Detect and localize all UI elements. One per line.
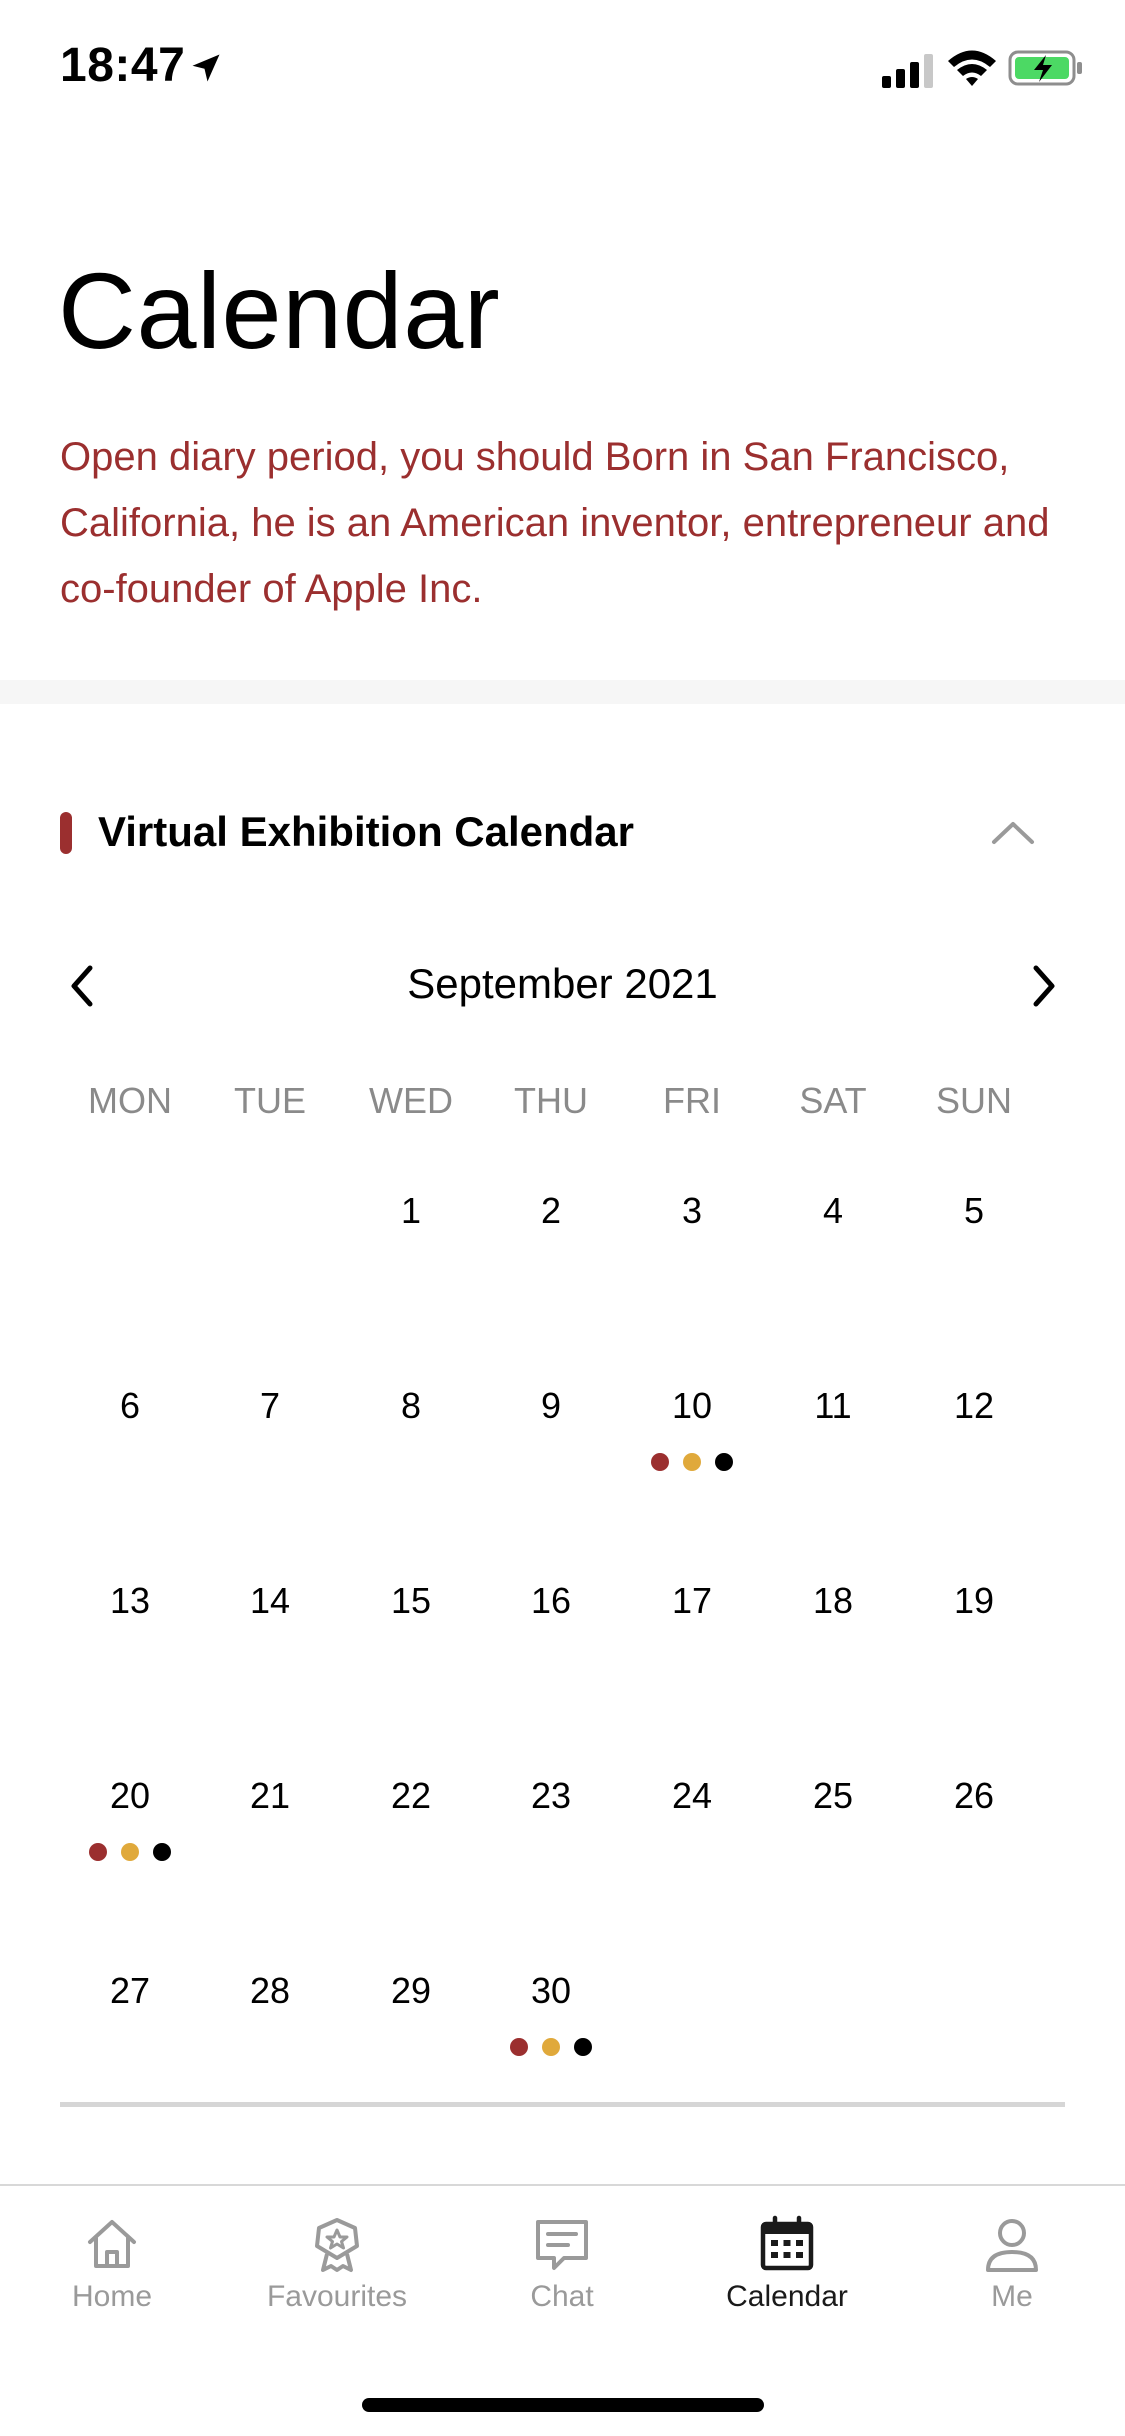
event-dots [632, 1453, 752, 1473]
event-dot [683, 1453, 701, 1471]
event-dot [715, 1453, 733, 1471]
calendar-day-4[interactable]: 4 [773, 1190, 893, 1232]
tab-favourites-label: Favourites [266, 2280, 408, 2313]
calendar-day-16[interactable]: 16 [491, 1580, 611, 1622]
calendar-day-26[interactable]: 26 [914, 1775, 1034, 1817]
calendar-day-2[interactable]: 2 [491, 1190, 611, 1232]
calendar-day-28[interactable]: 28 [210, 1970, 330, 2012]
calendar-day-29[interactable]: 29 [351, 1970, 471, 2012]
calendar-day-30[interactable]: 30 [491, 1970, 611, 2012]
calendar-day-7[interactable]: 7 [210, 1385, 330, 1427]
tab-favourites[interactable]: Favourites [247, 2214, 427, 2314]
tab-calendar-label: Calendar [726, 2280, 848, 2313]
calendar-bottom-divider [60, 2102, 1065, 2107]
calendar-day-20[interactable]: 20 [70, 1775, 190, 1817]
event-dot [89, 1843, 107, 1861]
calendar-day-23[interactable]: 23 [491, 1775, 611, 1817]
calendar-icon [760, 2215, 814, 2271]
tab-home[interactable]: Home [22, 2214, 202, 2314]
event-dots [491, 2038, 611, 2058]
location-arrow-icon [192, 54, 220, 82]
tab-chat[interactable]: Chat [472, 2214, 652, 2314]
calendar-day-13[interactable]: 13 [70, 1580, 190, 1622]
event-dot [510, 2038, 528, 2056]
event-dot [574, 2038, 592, 2056]
calendar-day-11[interactable]: 11 [773, 1385, 893, 1427]
tab-me-label: Me [991, 2280, 1033, 2313]
weekday-sun: SUN [935, 1080, 1012, 1121]
calendar-day-1[interactable]: 1 [351, 1190, 471, 1232]
intro-text: Open diary period, you should Born in Sa… [60, 435, 1050, 611]
chevron-up-icon[interactable] [990, 812, 1036, 852]
section-accent-bar [60, 812, 72, 854]
calendar-day-12[interactable]: 12 [914, 1385, 1034, 1427]
calendar-day-8[interactable]: 8 [351, 1385, 471, 1427]
next-month-chevron-icon[interactable] [1024, 962, 1064, 1010]
calendar-day-3[interactable]: 3 [632, 1190, 752, 1232]
event-dot [542, 2038, 560, 2056]
home-indicator [362, 2398, 764, 2412]
calendar-day-14[interactable]: 14 [210, 1580, 330, 1622]
month-title: September 2021 [407, 960, 718, 1007]
calendar-day-9[interactable]: 9 [491, 1385, 611, 1427]
calendar-day-19[interactable]: 19 [914, 1580, 1034, 1622]
calendar-day-18[interactable]: 18 [773, 1580, 893, 1622]
calendar-day-5[interactable]: 5 [914, 1190, 1034, 1232]
wifi-icon [948, 50, 996, 86]
event-dot [651, 1453, 669, 1471]
weekday-wed: WED [369, 1080, 453, 1121]
person-icon [986, 2219, 1038, 2272]
favourites-icon [315, 2218, 359, 2272]
status-time: 18:47 [60, 39, 186, 92]
page-title: Calendar [58, 250, 501, 371]
chat-icon [536, 2220, 588, 2270]
section-divider [0, 680, 1125, 704]
event-dot [121, 1843, 139, 1861]
event-dots [70, 1843, 190, 1863]
calendar-screen: 18:47 Calendar Open diary period, you sh… [0, 0, 1125, 2436]
calendar-day-27[interactable]: 27 [70, 1970, 190, 2012]
weekday-fri: FRI [663, 1080, 721, 1121]
tab-chat-label: Chat [530, 2280, 594, 2313]
event-dot [153, 1843, 171, 1861]
status-bar: 18:47 [0, 0, 1125, 140]
weekday-tue: TUE [234, 1080, 306, 1121]
battery-charging-icon [1008, 50, 1082, 86]
tab-calendar[interactable]: Calendar [697, 2214, 877, 2314]
section-title: Virtual Exhibition Calendar [98, 808, 634, 855]
weekday-thu: THU [514, 1080, 588, 1121]
calendar-day-6[interactable]: 6 [70, 1385, 190, 1427]
tab-home-label: Home [71, 2280, 153, 2313]
calendar-day-22[interactable]: 22 [351, 1775, 471, 1817]
calendar-day-25[interactable]: 25 [773, 1775, 893, 1817]
calendar-day-21[interactable]: 21 [210, 1775, 330, 1817]
calendar-day-15[interactable]: 15 [351, 1580, 471, 1622]
cellular-signal-icon [882, 54, 933, 88]
calendar-day-24[interactable]: 24 [632, 1775, 752, 1817]
weekday-mon: MON [88, 1080, 172, 1121]
calendar-day-17[interactable]: 17 [632, 1580, 752, 1622]
tab-me[interactable]: Me [922, 2214, 1102, 2314]
calendar-day-10[interactable]: 10 [632, 1385, 752, 1427]
weekday-sat: SAT [799, 1080, 867, 1121]
prev-month-chevron-icon[interactable] [62, 962, 102, 1010]
home-icon [88, 2220, 136, 2268]
